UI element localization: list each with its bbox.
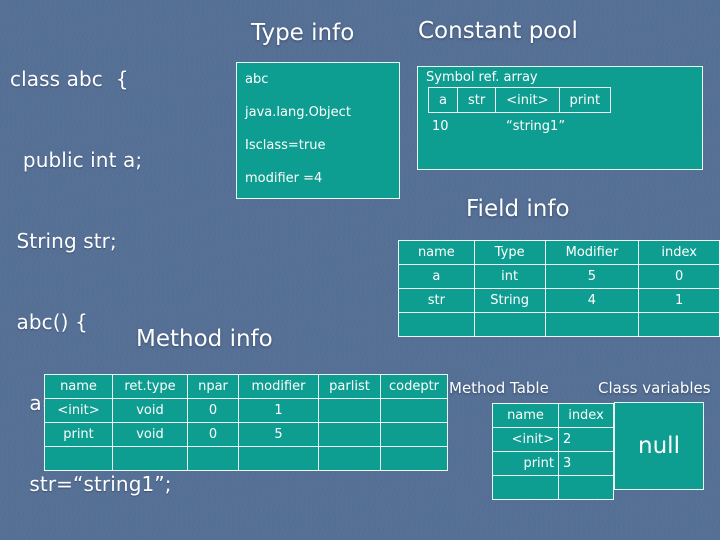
table-cell: 0 [638, 264, 720, 289]
table-row: print void 0 5 [44, 422, 448, 447]
method-info-table: name ret.type npar modifier parlist code… [44, 374, 448, 471]
column-header: name [44, 374, 113, 399]
column-header: name [398, 240, 475, 265]
constant-value: 10 [432, 119, 449, 134]
table-cell [558, 475, 614, 500]
table-cell: void [112, 398, 188, 423]
column-header: index [638, 240, 720, 265]
table-cell [112, 446, 188, 471]
table-cell: 4 [544, 288, 640, 313]
column-header: codeptr [380, 374, 448, 399]
symbol-cell: <init> [495, 87, 560, 113]
constant-pool-box: Symbol ref. array a str <init> print 10 “… [417, 66, 703, 170]
type-info-row: Isclass=true [245, 138, 326, 153]
table-cell: 3 [558, 451, 614, 476]
symbol-cell: str [456, 87, 497, 113]
table-row: a str <init> print [428, 87, 612, 113]
column-header: ret.type [112, 374, 188, 399]
table-row: print 3 [492, 451, 614, 476]
symbol-cell: a [428, 87, 458, 113]
table-row: a int 5 0 [398, 264, 720, 289]
column-header: modifier [238, 374, 319, 399]
type-info-row: java.lang.Object [245, 105, 351, 120]
column-header: name [492, 403, 559, 428]
column-header: index [558, 403, 614, 428]
table-cell: <init> [492, 427, 559, 452]
table-cell [638, 312, 720, 337]
table-cell: 1 [238, 398, 319, 423]
table-cell [318, 422, 381, 447]
column-header: npar [187, 374, 239, 399]
column-header: parlist [318, 374, 381, 399]
table-cell: String [473, 288, 546, 313]
table-cell [318, 398, 381, 423]
table-cell [380, 398, 448, 423]
table-cell [473, 312, 546, 337]
table-row: <init> void 0 1 [44, 398, 448, 423]
table-cell [44, 446, 113, 471]
table-cell: 0 [187, 398, 239, 423]
table-cell: 5 [238, 422, 319, 447]
type-info-row: abc [245, 72, 269, 87]
class-variables-heading: Class variables [598, 379, 711, 397]
field-info-table: name Type Modifier index a int 5 0 str S… [398, 240, 720, 337]
table-row: <init> 2 [492, 427, 614, 452]
type-info-heading: Type info [251, 20, 355, 46]
table-cell [187, 446, 239, 471]
table-row [492, 475, 614, 500]
table-cell [318, 446, 381, 471]
table-cell: a [398, 264, 475, 289]
table-row [398, 312, 720, 337]
symbol-cell: print [558, 87, 612, 113]
symbol-ref-array-title: Symbol ref. array [426, 70, 538, 85]
table-cell [544, 312, 640, 337]
table-header-row: name index [492, 403, 614, 428]
table-cell: 5 [544, 264, 640, 289]
method-info-heading: Method info [136, 326, 273, 352]
table-cell [238, 446, 319, 471]
type-info-box: abc java.lang.Object Isclass=true modifi… [236, 62, 400, 199]
table-cell: 2 [558, 427, 614, 452]
method-table: name index <init> 2 print 3 [492, 403, 614, 500]
column-header: Modifier [544, 240, 640, 265]
table-cell: int [473, 264, 546, 289]
table-cell [492, 475, 559, 500]
table-row: str String 4 1 [398, 288, 720, 313]
class-variables-value: null [638, 433, 680, 459]
table-cell: 0 [187, 422, 239, 447]
table-cell: <init> [44, 398, 113, 423]
class-variables-box: null [614, 402, 704, 490]
method-table-heading: Method Table [449, 379, 549, 397]
symbol-ref-array-table: a str <init> print [428, 87, 612, 113]
table-cell [398, 312, 475, 337]
type-info-row: modifier =4 [245, 171, 323, 186]
table-cell: str [398, 288, 475, 313]
constant-pool-values: 10 “string1” [418, 113, 702, 134]
code-line: str=“string1”; [10, 472, 172, 496]
table-cell: 1 [638, 288, 720, 313]
table-cell: print [492, 451, 559, 476]
column-header: Type [473, 240, 546, 265]
table-cell [380, 422, 448, 447]
constant-value: “string1” [506, 119, 566, 134]
table-cell: print [44, 422, 113, 447]
table-row [44, 446, 448, 471]
constant-pool-heading: Constant pool [418, 18, 578, 44]
slide-canvas: class abc { public int a; String str; ab… [0, 0, 720, 540]
table-cell: void [112, 422, 188, 447]
table-header-row: name Type Modifier index [398, 240, 720, 265]
table-header-row: name ret.type npar modifier parlist code… [44, 374, 448, 399]
field-info-heading: Field info [466, 196, 570, 222]
code-line: String str; [10, 229, 117, 253]
table-cell [380, 446, 448, 471]
